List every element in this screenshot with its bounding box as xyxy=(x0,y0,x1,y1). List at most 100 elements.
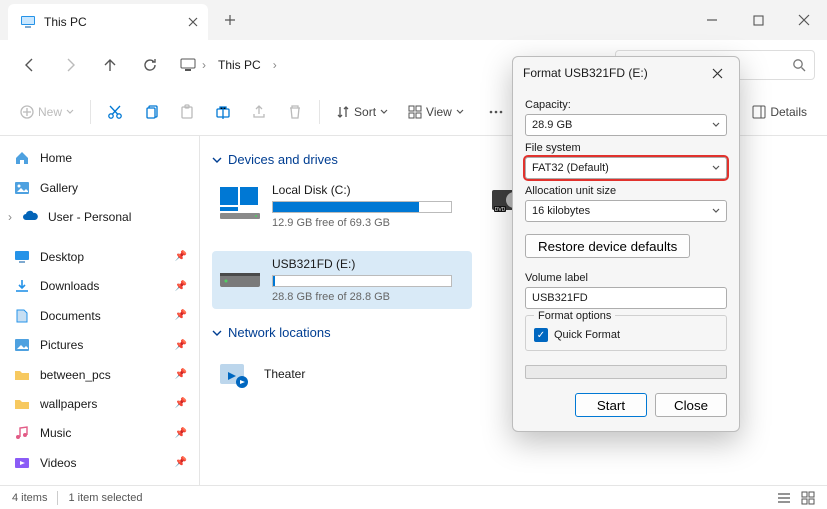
pin-icon: 📌 xyxy=(175,398,187,409)
sidebar-item-gallery[interactable]: Gallery xyxy=(4,173,195,201)
status-items: 4 items xyxy=(12,492,47,504)
sidebar-item-home[interactable]: Home xyxy=(4,144,195,172)
close-tab-icon[interactable] xyxy=(188,17,198,27)
more-button[interactable] xyxy=(480,95,512,129)
new-button[interactable]: New xyxy=(12,95,82,129)
sidebar-item-wallpapers[interactable]: wallpapers📌 xyxy=(4,390,195,418)
label: Desktop xyxy=(40,250,84,264)
drive-icon xyxy=(218,185,262,221)
label: between_pcs xyxy=(40,368,111,382)
volume-label-label: Volume label xyxy=(525,272,727,284)
capacity-bar xyxy=(272,201,452,213)
sort-button[interactable]: Sort xyxy=(328,95,396,129)
quick-format-checkbox[interactable]: ✓ Quick Format xyxy=(534,328,718,342)
label: Pictures xyxy=(40,338,83,352)
chevron-right-icon[interactable]: › xyxy=(8,210,12,224)
search-icon xyxy=(792,58,806,72)
pin-icon: 📌 xyxy=(175,428,187,439)
refresh-button[interactable] xyxy=(132,47,168,83)
pin-icon: 📌 xyxy=(175,251,187,262)
start-label: Start xyxy=(597,398,625,413)
up-button[interactable] xyxy=(92,47,128,83)
videos-icon xyxy=(14,455,30,471)
volume-value: USB321FD xyxy=(532,292,588,304)
network-item-label: Theater xyxy=(264,367,305,381)
desktop-icon xyxy=(14,249,30,265)
filesystem-value: FAT32 (Default) xyxy=(532,162,609,174)
drive-name: USB321FD (E:) xyxy=(272,257,466,271)
titlebar: This PC xyxy=(0,0,827,40)
label: Downloads xyxy=(40,279,99,293)
pin-icon: 📌 xyxy=(175,310,187,321)
group-title: Devices and drives xyxy=(228,152,338,167)
drive-local-c[interactable]: Local Disk (C:) 12.9 GB free of 69.3 GB xyxy=(212,177,472,235)
capacity-select[interactable]: 28.9 GB xyxy=(525,114,727,136)
drive-icon xyxy=(218,259,262,295)
maximize-button[interactable] xyxy=(735,0,781,40)
sidebar-item-downloads[interactable]: Downloads 📌 xyxy=(4,272,195,300)
start-button[interactable]: Start xyxy=(575,393,647,417)
restore-defaults-button[interactable]: Restore device defaults xyxy=(525,234,690,258)
this-pc-icon xyxy=(20,14,36,30)
drive-usb-e[interactable]: USB321FD (E:) 28.8 GB free of 28.8 GB xyxy=(212,251,472,309)
sidebar-item-user[interactable]: › User - Personal xyxy=(4,203,195,231)
sidebar-item-music[interactable]: Music 📌 xyxy=(4,419,195,447)
view-button[interactable]: View xyxy=(400,95,472,129)
sidebar-item-pictures[interactable]: Pictures 📌 xyxy=(4,331,195,359)
label: Music xyxy=(40,426,71,440)
dialog-titlebar[interactable]: Format USB321FD (E:) xyxy=(513,57,739,89)
sidebar-item-desktop[interactable]: Desktop 📌 xyxy=(4,243,195,271)
delete-button[interactable] xyxy=(279,95,311,129)
sidebar-item-videos[interactable]: Videos📌 xyxy=(4,449,195,477)
folder-icon xyxy=(14,367,30,383)
chevron-down-icon xyxy=(712,121,720,129)
close-window-button[interactable] xyxy=(781,0,827,40)
crumb-this-pc[interactable]: This PC xyxy=(212,54,267,76)
back-button[interactable] xyxy=(12,47,48,83)
sort-label: Sort xyxy=(354,105,376,119)
paste-button[interactable] xyxy=(171,95,203,129)
svg-text:DVD: DVD xyxy=(495,207,506,213)
sidebar-item-between-pcs[interactable]: between_pcs📌 xyxy=(4,360,195,388)
view-tiles-icon[interactable] xyxy=(801,491,815,505)
sidebar-item-documents[interactable]: Documents 📌 xyxy=(4,302,195,330)
label: Documents xyxy=(40,309,101,323)
gallery-icon xyxy=(14,180,30,196)
chevron-right-icon[interactable]: › xyxy=(202,58,206,72)
status-selected: 1 item selected xyxy=(68,492,142,504)
rename-button[interactable] xyxy=(207,95,239,129)
capacity-label: Capacity: xyxy=(525,99,727,111)
checkbox-checked-icon: ✓ xyxy=(534,328,548,342)
cut-button[interactable] xyxy=(99,95,131,129)
share-button[interactable] xyxy=(243,95,275,129)
filesystem-label: File system xyxy=(525,142,727,154)
copy-button[interactable] xyxy=(135,95,167,129)
new-tab-button[interactable] xyxy=(212,2,248,38)
details-pane-button[interactable]: Details xyxy=(744,95,815,129)
minimize-button[interactable] xyxy=(689,0,735,40)
pin-icon: 📌 xyxy=(175,281,187,292)
music-icon xyxy=(14,425,30,441)
drive-sub: 12.9 GB free of 69.3 GB xyxy=(272,217,466,229)
this-pc-icon xyxy=(180,57,196,73)
forward-button[interactable] xyxy=(52,47,88,83)
close-label: Close xyxy=(674,398,708,413)
label: User - Personal xyxy=(48,210,131,224)
filesystem-select[interactable]: FAT32 (Default) xyxy=(525,157,727,179)
onedrive-icon xyxy=(22,209,38,225)
dialog-title: Format USB321FD (E:) xyxy=(523,66,648,80)
chevron-down-icon xyxy=(212,328,222,338)
dialog-close-button[interactable] xyxy=(705,61,729,85)
close-button[interactable]: Close xyxy=(655,393,727,417)
alloc-select[interactable]: 16 kilobytes xyxy=(525,200,727,222)
format-dialog: Format USB321FD (E:) Capacity: 28.9 GB F… xyxy=(512,56,740,432)
volume-label-input[interactable]: USB321FD xyxy=(525,287,727,309)
pin-icon: 📌 xyxy=(175,457,187,468)
home-icon xyxy=(14,150,30,166)
pictures-icon xyxy=(14,337,30,353)
pin-icon: 📌 xyxy=(175,340,187,351)
view-details-icon[interactable] xyxy=(777,491,791,505)
tab-this-pc[interactable]: This PC xyxy=(8,4,208,40)
label: Gallery xyxy=(40,181,78,195)
chevron-right-icon[interactable]: › xyxy=(273,58,277,72)
